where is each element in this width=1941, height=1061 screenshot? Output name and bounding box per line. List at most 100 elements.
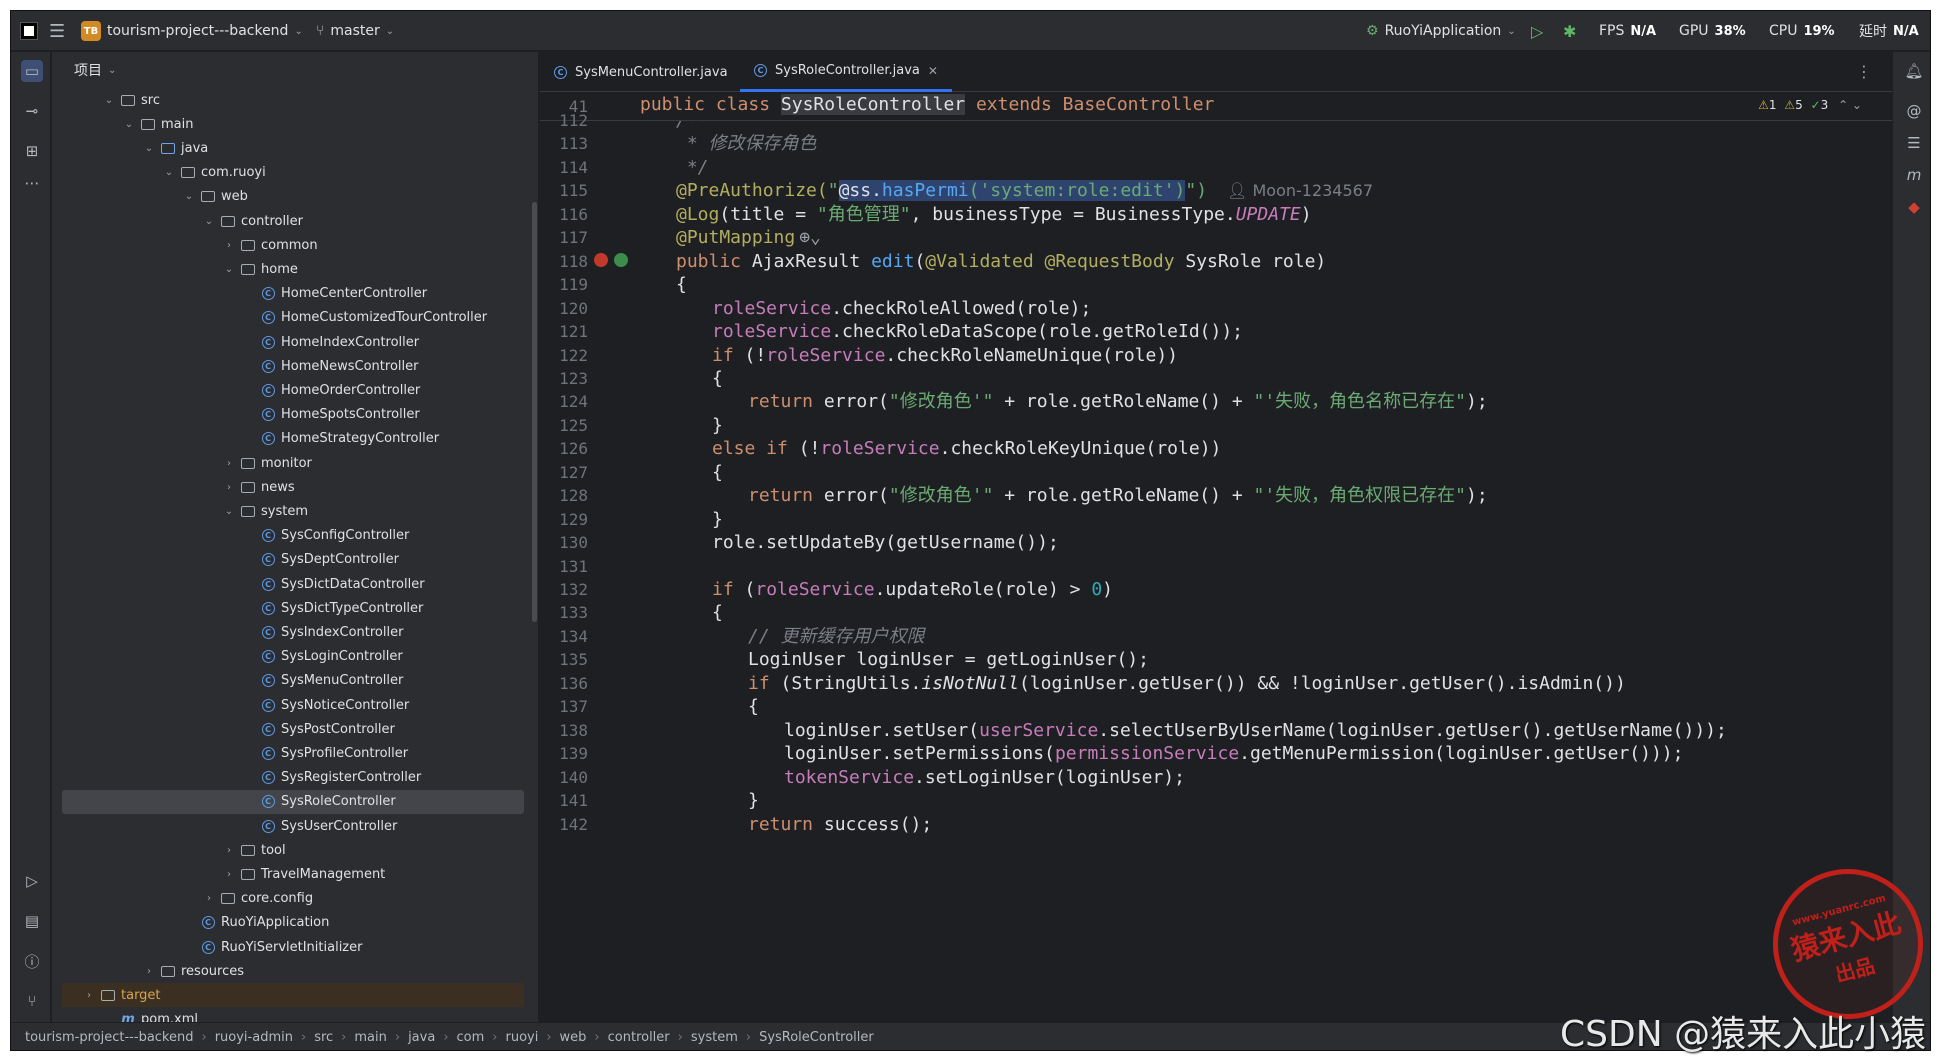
tree-item[interactable]: ⌄ system bbox=[62, 499, 524, 523]
expand-chevron-icon[interactable]: › bbox=[222, 458, 236, 469]
code-line[interactable]: return error("修改角色'" + role.getRoleName(… bbox=[640, 390, 1488, 414]
breadcrumb-item[interactable]: ruoyi bbox=[505, 1030, 538, 1045]
database-icon[interactable]: ☰ bbox=[1903, 132, 1925, 154]
code-line[interactable]: @Log(title = "角色管理", businessType = Busi… bbox=[640, 203, 1312, 227]
code-line[interactable]: LoginUser loginUser = getLoginUser(); bbox=[640, 648, 1149, 672]
expand-chevron-icon[interactable]: ⌄ bbox=[222, 506, 236, 517]
tree-item[interactable]: C SysProfileController bbox=[62, 741, 524, 765]
breadcrumb-item[interactable]: system bbox=[691, 1030, 738, 1045]
tree-item[interactable]: › common bbox=[62, 233, 524, 257]
code-line[interactable]: tokenService.setLoginUser(loginUser); bbox=[640, 766, 1185, 790]
tree-item[interactable]: C HomeOrderController bbox=[62, 378, 524, 402]
code-line[interactable]: } bbox=[640, 414, 723, 438]
problems-icon[interactable]: ⓘ bbox=[21, 950, 43, 972]
expand-chevron-icon[interactable]: ⌄ bbox=[142, 143, 156, 154]
structure-icon[interactable]: ⊞ bbox=[21, 140, 43, 162]
tree-item[interactable]: ⌄ src bbox=[62, 88, 524, 112]
tree-item[interactable]: C SysIndexController bbox=[62, 620, 524, 644]
tree-item[interactable]: C SysRoleController bbox=[62, 789, 524, 814]
tree-item[interactable]: ⌄ web bbox=[62, 185, 524, 209]
project-switcher[interactable]: TB tourism-project---backend ⌄ bbox=[81, 11, 303, 51]
code-line[interactable]: } bbox=[640, 508, 723, 532]
code-line[interactable]: if (roleService.updateRole(role) > 0) bbox=[640, 578, 1113, 602]
endpoint-icon[interactable] bbox=[594, 252, 608, 267]
code-line[interactable]: loginUser.setUser(userService.selectUser… bbox=[640, 719, 1727, 743]
project-folder-icon[interactable]: ▭ bbox=[21, 60, 43, 82]
services-icon[interactable]: ▷ bbox=[21, 870, 43, 892]
tree-item[interactable]: C SysMenuController bbox=[62, 669, 524, 693]
app-logo-icon[interactable] bbox=[20, 11, 38, 51]
web-endpoint-icon[interactable] bbox=[614, 252, 628, 267]
tree-item[interactable]: ⌄ controller bbox=[62, 209, 524, 233]
tree-item[interactable]: › TravelManagement bbox=[62, 862, 524, 886]
expand-chevron-icon[interactable]: ⌄ bbox=[202, 216, 216, 227]
tree-item[interactable]: › tool bbox=[62, 838, 524, 862]
run-config-selector[interactable]: ⚙ RuoYiApplication ⌄ bbox=[1366, 11, 1516, 51]
main-menu-icon[interactable]: ☰ bbox=[49, 11, 65, 51]
breadcrumb-item[interactable]: tourism-project---backend bbox=[25, 1030, 194, 1045]
debug-icon[interactable]: ✱ bbox=[1563, 11, 1576, 51]
code-line[interactable]: { bbox=[640, 367, 723, 391]
tree-item[interactable]: C RuoYiApplication bbox=[62, 911, 524, 935]
expand-chevron-icon[interactable]: ⌄ bbox=[182, 191, 196, 202]
code-line[interactable]: @PreAuthorize("@ss.hasPermi('system:role… bbox=[640, 179, 1373, 203]
branch-switcher[interactable]: ⑂ master ⌄ bbox=[316, 11, 394, 51]
tree-item[interactable]: C SysRegisterController bbox=[62, 766, 524, 790]
more-icon[interactable]: ⋯ bbox=[21, 172, 43, 194]
tree-item[interactable]: C SysDictTypeController bbox=[62, 596, 524, 620]
expand-chevron-icon[interactable]: › bbox=[222, 482, 236, 493]
code-area[interactable]: /** * 修改保存角色 */@PreAuthorize("@ss.hasPer… bbox=[640, 121, 1900, 1021]
tree-item[interactable]: C HomeIndexController bbox=[62, 330, 524, 354]
code-line[interactable]: } bbox=[640, 789, 759, 813]
plugin-icon[interactable]: ◆ bbox=[1903, 196, 1925, 218]
inspection-widget[interactable]: ⚠1 ⚠5 ✓3 ⌃ ⌄ bbox=[1758, 98, 1862, 112]
tree-item[interactable]: C HomeCenterController bbox=[62, 282, 524, 306]
tree-item[interactable]: C RuoYiServletInitializer bbox=[62, 935, 524, 959]
tree-item[interactable]: C SysDictDataController bbox=[62, 572, 524, 596]
code-line[interactable]: { bbox=[640, 461, 723, 485]
tree-item[interactable]: ⌄ com.ruoyi bbox=[62, 161, 524, 185]
code-line[interactable]: { bbox=[640, 273, 687, 297]
tab-sysmenucontroller[interactable]: C SysMenuController.java bbox=[540, 52, 742, 92]
run-icon[interactable]: ▷ bbox=[1531, 11, 1543, 51]
tree-item[interactable]: C SysLoginController bbox=[62, 645, 524, 669]
tree-item[interactable]: ⌄ home bbox=[62, 257, 524, 281]
expand-chevron-icon[interactable]: › bbox=[202, 893, 216, 904]
tree-item[interactable]: C HomeStrategyController bbox=[62, 427, 524, 451]
code-line[interactable]: /** bbox=[640, 121, 709, 133]
expand-chevron-icon[interactable]: › bbox=[222, 869, 236, 880]
tree-item[interactable]: ⌄ java bbox=[62, 136, 524, 160]
expand-chevron-icon[interactable]: ⌄ bbox=[102, 95, 116, 106]
tree-item[interactable]: C HomeNewsController bbox=[62, 354, 524, 378]
tree-item[interactable]: m pom.xml bbox=[62, 1008, 524, 1022]
expand-chevron-icon[interactable]: › bbox=[142, 966, 156, 977]
tab-sysrolecontroller[interactable]: C SysRoleController.java ✕ bbox=[740, 52, 952, 92]
expand-chevron-icon[interactable]: › bbox=[82, 990, 96, 1001]
tree-item[interactable]: › resources bbox=[62, 959, 524, 983]
tree-item[interactable]: › core.config bbox=[62, 887, 524, 911]
code-line[interactable]: */ bbox=[640, 156, 709, 180]
tree-item[interactable]: C SysNoticeController bbox=[62, 693, 524, 717]
tree-item[interactable]: › target bbox=[62, 983, 524, 1008]
tree-item[interactable]: C SysPostController bbox=[62, 717, 524, 741]
code-line[interactable]: roleService.checkRoleDataScope(role.getR… bbox=[640, 320, 1243, 344]
breadcrumb-item[interactable]: java bbox=[408, 1030, 435, 1045]
code-line[interactable]: * 修改保存角色 bbox=[640, 132, 817, 156]
notifications-icon[interactable]: 🔔︎ bbox=[1903, 60, 1925, 82]
code-line[interactable]: public AjaxResult edit(@Validated @Reque… bbox=[640, 250, 1326, 274]
tree-item[interactable]: C SysConfigController bbox=[62, 524, 524, 548]
expand-chevron-icon[interactable]: › bbox=[222, 845, 236, 856]
tree-item[interactable]: C HomeSpotsController bbox=[62, 403, 524, 427]
breadcrumb-item[interactable]: ruoyi-admin bbox=[215, 1030, 293, 1045]
breadcrumb-item[interactable]: main bbox=[354, 1030, 386, 1045]
expand-chevron-icon[interactable]: ⌄ bbox=[122, 119, 136, 130]
tree-scrollbar[interactable] bbox=[532, 202, 537, 622]
tree-item[interactable]: › monitor bbox=[62, 451, 524, 475]
code-line[interactable]: return success(); bbox=[640, 813, 932, 837]
code-line[interactable]: if (!roleService.checkRoleNameUnique(rol… bbox=[640, 344, 1178, 368]
tab-options-icon[interactable]: ⋮ bbox=[1856, 62, 1872, 81]
code-line[interactable]: { bbox=[640, 695, 759, 719]
terminal-icon[interactable]: ▤ bbox=[21, 910, 43, 932]
tree-item[interactable]: › news bbox=[62, 475, 524, 499]
tree-item[interactable]: ⌄ main bbox=[62, 112, 524, 136]
